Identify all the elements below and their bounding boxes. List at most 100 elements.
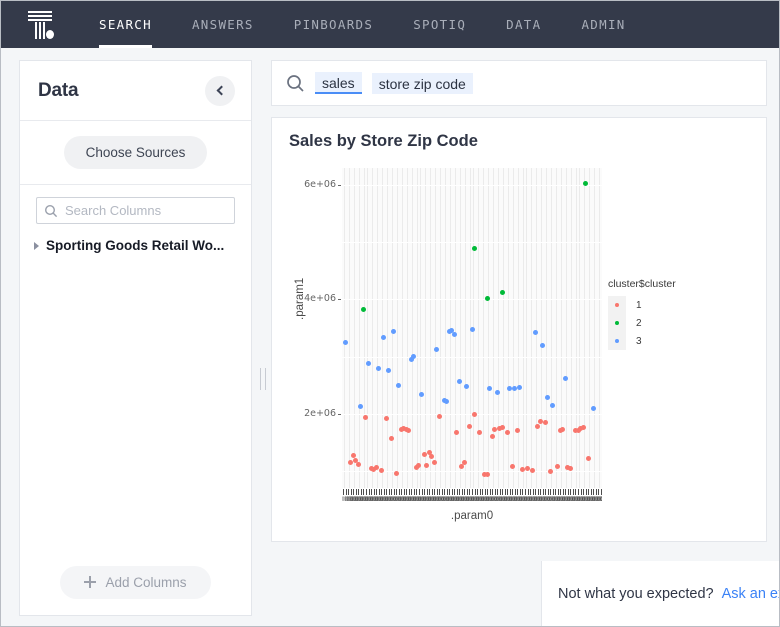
x-tick-mark bbox=[348, 489, 350, 495]
x-tick-mark bbox=[413, 489, 415, 495]
data-point[interactable] bbox=[429, 453, 435, 459]
legend-title: cluster$cluster bbox=[608, 278, 676, 290]
search-icon bbox=[287, 74, 304, 92]
data-point[interactable] bbox=[424, 462, 430, 468]
data-point[interactable] bbox=[434, 346, 440, 352]
data-point[interactable] bbox=[532, 329, 538, 335]
data-point[interactable] bbox=[355, 461, 361, 467]
data-point[interactable] bbox=[590, 406, 596, 412]
x-tick-mark bbox=[598, 489, 600, 495]
app-logo[interactable] bbox=[1, 1, 79, 48]
x-tick-mark bbox=[562, 489, 564, 495]
x-tick-mark bbox=[560, 489, 562, 495]
data-point[interactable] bbox=[366, 360, 371, 366]
search-token-sales[interactable]: sales bbox=[315, 72, 362, 94]
legend-label: 2 bbox=[636, 317, 642, 329]
caret-right-icon[interactable] bbox=[34, 241, 39, 250]
nav-tab-spotiq[interactable]: SPOTIQ bbox=[393, 1, 486, 48]
nav-tab-pinboards[interactable]: PINBOARDS bbox=[274, 1, 393, 48]
sidebar-footer: Add Columns bbox=[20, 549, 251, 615]
x-tick-mark bbox=[451, 489, 453, 495]
data-point[interactable] bbox=[484, 471, 490, 477]
data-point[interactable] bbox=[547, 468, 553, 474]
tree-item-sporting-goods[interactable]: Sporting Goods Retail Wo... bbox=[30, 236, 241, 255]
legend-item-1[interactable]: 1 bbox=[608, 296, 676, 314]
choose-sources-button[interactable]: Choose Sources bbox=[63, 136, 208, 169]
data-point[interactable] bbox=[386, 367, 392, 373]
data-point[interactable] bbox=[454, 429, 460, 435]
search-bar[interactable]: sales store zip code bbox=[271, 60, 767, 106]
legend-item-2[interactable]: 2 bbox=[608, 314, 676, 332]
y-tick-label: 6e+06 bbox=[304, 179, 341, 190]
panel-resize-handle[interactable] bbox=[257, 368, 269, 390]
x-axis-tickmarks bbox=[342, 489, 602, 496]
scatter-chart[interactable]: .param1 2e+06 4e+06 6e+06 00000 00000 00000 0… bbox=[272, 158, 766, 541]
x-tick-mark bbox=[378, 489, 380, 495]
thoughtspot-logo-icon bbox=[25, 9, 55, 40]
data-point[interactable] bbox=[499, 290, 505, 296]
data-point[interactable] bbox=[499, 424, 505, 430]
search-token-store-zip-code[interactable]: store zip code bbox=[371, 72, 473, 94]
x-tick-mark bbox=[421, 489, 423, 495]
x-tick-mark bbox=[459, 489, 461, 495]
x-tick-mark bbox=[449, 489, 451, 495]
data-point[interactable] bbox=[393, 471, 399, 477]
data-point[interactable] bbox=[567, 466, 573, 472]
search-columns-input[interactable] bbox=[63, 198, 234, 223]
data-point[interactable] bbox=[580, 424, 586, 430]
x-tick-mark bbox=[535, 489, 537, 495]
x-tick-mark bbox=[408, 489, 410, 495]
nav-tab-answers[interactable]: ANSWERS bbox=[172, 1, 274, 48]
x-tick-mark bbox=[545, 489, 547, 495]
grid-line-horizontal bbox=[342, 242, 602, 244]
x-tick-mark bbox=[365, 489, 367, 495]
chart-legend: cluster$cluster 1 2 3 bbox=[608, 278, 676, 350]
x-tick-mark bbox=[373, 489, 375, 495]
data-point[interactable] bbox=[373, 464, 379, 470]
data-point[interactable] bbox=[378, 467, 384, 473]
legend-item-3[interactable]: 3 bbox=[608, 332, 676, 350]
data-point[interactable] bbox=[494, 389, 500, 395]
add-columns-button[interactable]: Add Columns bbox=[60, 565, 211, 599]
data-point[interactable] bbox=[451, 331, 457, 337]
data-point[interactable] bbox=[419, 391, 424, 397]
data-point[interactable] bbox=[472, 411, 478, 417]
grip-line bbox=[260, 368, 261, 390]
x-tick-mark bbox=[406, 489, 408, 495]
data-point[interactable] bbox=[537, 419, 543, 425]
data-point[interactable] bbox=[562, 375, 568, 381]
data-point[interactable] bbox=[484, 295, 490, 301]
data-point[interactable] bbox=[489, 433, 495, 439]
data-sidebar: Data Choose Sources Search Columns Sport… bbox=[19, 60, 252, 616]
data-point[interactable] bbox=[431, 459, 437, 465]
x-tick-mark bbox=[416, 489, 418, 495]
sidebar-sources-section: Choose Sources bbox=[20, 121, 251, 185]
data-point[interactable] bbox=[376, 365, 382, 371]
data-point[interactable] bbox=[421, 451, 427, 457]
data-point[interactable] bbox=[583, 180, 589, 186]
sidebar-title: Data bbox=[38, 79, 79, 101]
sidebar-collapse-button[interactable] bbox=[205, 75, 235, 106]
x-tick-mark bbox=[494, 489, 496, 495]
search-columns-field[interactable] bbox=[36, 197, 235, 224]
data-point[interactable] bbox=[469, 326, 475, 332]
x-tick-mark bbox=[522, 489, 524, 495]
nav-tab-data[interactable]: DATA bbox=[486, 1, 561, 48]
search-icon bbox=[44, 204, 58, 218]
sidebar-header: Data bbox=[20, 61, 251, 121]
nav-tab-admin[interactable]: ADMIN bbox=[561, 1, 645, 48]
data-point[interactable] bbox=[396, 382, 402, 388]
nav-tab-search[interactable]: SEARCH bbox=[79, 1, 172, 48]
data-point[interactable] bbox=[530, 467, 536, 473]
data-point[interactable] bbox=[487, 385, 493, 391]
x-tick-mark bbox=[590, 489, 592, 495]
data-point[interactable] bbox=[436, 413, 442, 419]
data-point[interactable] bbox=[504, 429, 510, 435]
data-point[interactable] bbox=[456, 378, 462, 384]
data-point[interactable] bbox=[535, 423, 541, 429]
x-tick-mark bbox=[600, 489, 602, 495]
data-point[interactable] bbox=[360, 306, 366, 312]
ask-an-expert-link[interactable]: Ask an expert bbox=[722, 586, 779, 602]
data-point[interactable] bbox=[585, 455, 591, 461]
x-tick-mark bbox=[552, 489, 554, 495]
